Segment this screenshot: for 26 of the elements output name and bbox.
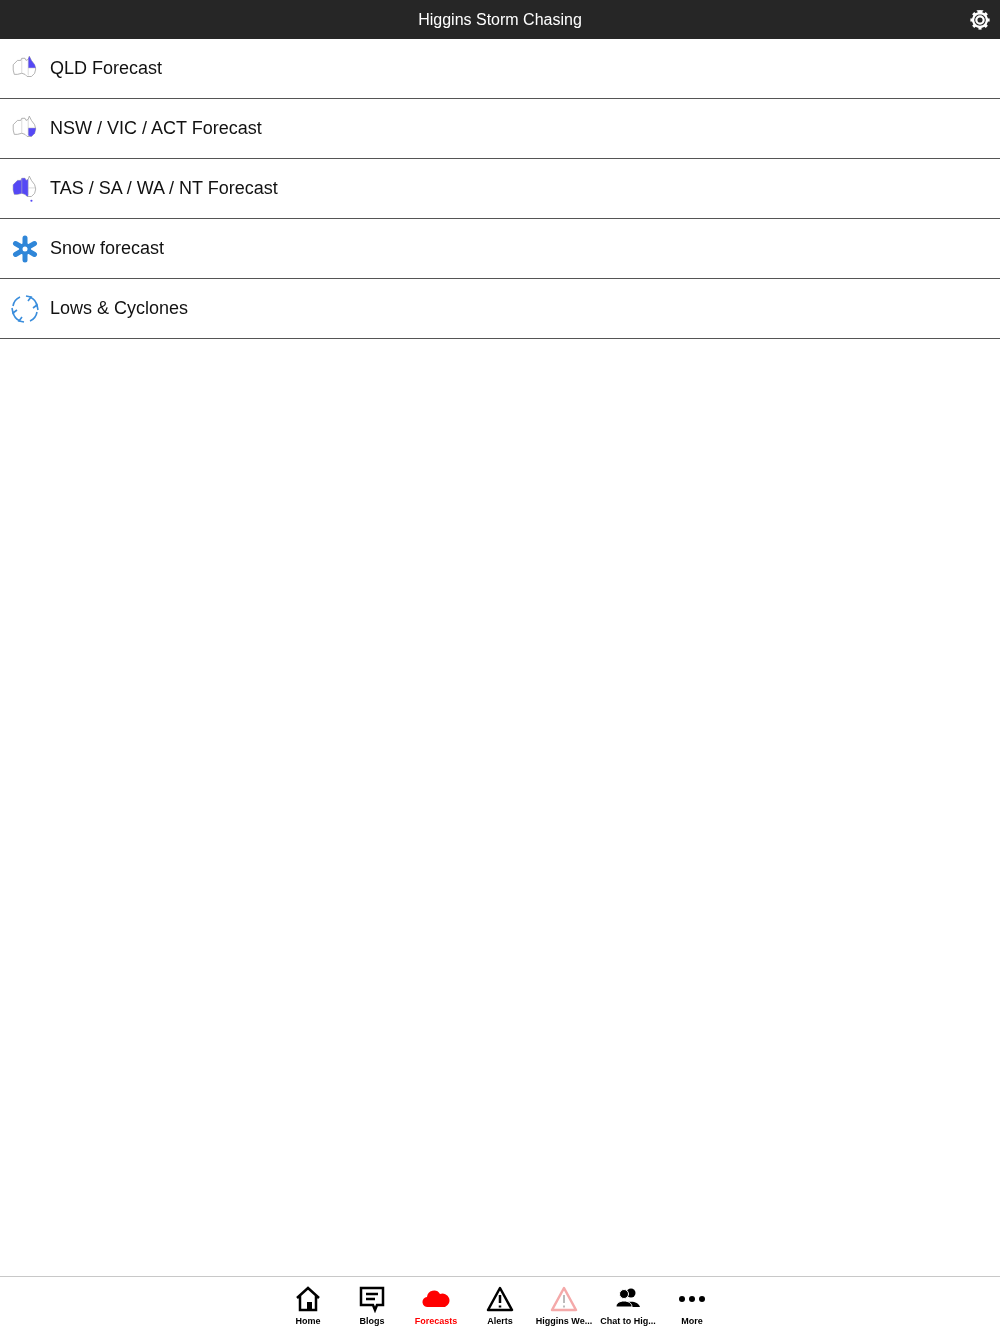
warning-icon bbox=[550, 1285, 578, 1313]
item-label: Snow forecast bbox=[50, 237, 165, 260]
forecast-list-item[interactable]: TAS / SA / WA / NT Forecast bbox=[0, 159, 1000, 219]
tab-bar-item[interactable]: Forecasts bbox=[404, 1277, 468, 1334]
forecast-list-item[interactable]: Snow forecast bbox=[0, 219, 1000, 279]
tab-bar-item[interactable]: More bbox=[660, 1277, 724, 1334]
tab-bar-item[interactable]: Blogs bbox=[340, 1277, 404, 1334]
warning-icon bbox=[486, 1285, 514, 1313]
more-icon bbox=[678, 1295, 706, 1303]
snowflake-icon bbox=[11, 234, 39, 263]
tab-bar-item[interactable]: Alerts bbox=[468, 1277, 532, 1334]
tab-bar-item[interactable]: Home bbox=[276, 1277, 340, 1334]
item-label: QLD Forecast bbox=[50, 57, 163, 80]
tab-bar-item[interactable]: Higgins We... bbox=[532, 1277, 596, 1334]
cycle-arrows-icon bbox=[10, 293, 40, 324]
forecast-list-item[interactable]: NSW / VIC / ACT Forecast bbox=[0, 99, 1000, 159]
tab-bar-item[interactable]: Chat to Hig... bbox=[596, 1277, 660, 1334]
forecast-list-item[interactable]: Lows & Cyclones bbox=[0, 279, 1000, 339]
forecast-list-item[interactable]: QLD Forecast bbox=[0, 39, 1000, 99]
app-title: Higgins Storm Chasing bbox=[418, 9, 582, 30]
item-label: Lows & Cyclones bbox=[50, 297, 189, 320]
home-icon bbox=[294, 1285, 322, 1313]
item-label: TAS / SA / WA / NT Forecast bbox=[50, 177, 278, 200]
item-label: NSW / VIC / ACT Forecast bbox=[50, 117, 262, 140]
settings-button[interactable] bbox=[969, 9, 991, 31]
message-icon bbox=[358, 1285, 386, 1313]
